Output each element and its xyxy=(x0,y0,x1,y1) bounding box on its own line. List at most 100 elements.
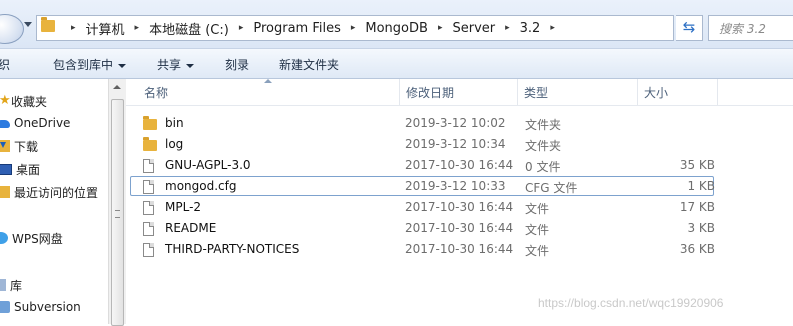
burn-button[interactable]: 刻录 xyxy=(225,56,249,73)
search-placeholder: 搜索 3.2 xyxy=(719,22,766,36)
file-row-bin[interactable]: bin 2019-3-12 10:02 文件夹 xyxy=(130,113,714,133)
column-headers: 名称 修改日期 类型 大小 xyxy=(126,79,793,106)
library-icon xyxy=(0,279,6,291)
file-size: 36 KB xyxy=(679,242,715,256)
nav-item-onedrive[interactable]: OneDrive xyxy=(0,113,70,133)
breadcrumb-separator-icon[interactable]: ▸ xyxy=(497,23,518,33)
watermark-text: https://blog.csdn.net/wqc19920906 xyxy=(538,296,724,310)
file-name: GNU-AGPL-3.0 xyxy=(165,158,251,172)
desktop-icon xyxy=(0,163,12,175)
nav-item-downloads[interactable]: 下载 xyxy=(0,136,38,156)
document-icon xyxy=(143,243,154,257)
cloud-icon xyxy=(0,120,10,128)
file-date: 2017-10-30 16:44 xyxy=(405,200,514,214)
nav-item-subversion[interactable]: Subversion xyxy=(0,297,81,317)
folder-icon xyxy=(143,137,157,151)
file-name: mongod.cfg xyxy=(165,179,237,193)
nav-item-label: 最近访问的位置 xyxy=(14,185,99,200)
organize-menu[interactable]: 织 xyxy=(0,56,10,73)
file-size: 35 KB xyxy=(679,158,715,172)
include-in-library-label: 包含到库中 xyxy=(53,58,114,72)
file-size: 3 KB xyxy=(687,221,715,235)
scroll-up-icon[interactable] xyxy=(113,85,121,89)
refresh-icon[interactable]: ⇆ xyxy=(678,16,700,38)
recent-places-icon xyxy=(0,186,10,198)
file-row-mpl-2[interactable]: MPL-2 2017-10-30 16:44 文件 17 KB xyxy=(130,197,715,217)
star-icon: ★ xyxy=(0,93,11,108)
organize-label: 织 xyxy=(0,58,11,72)
command-bar: 织 包含到库中 共享 刻录 新建文件夹 xyxy=(0,49,793,79)
file-type: 文件夹 xyxy=(525,118,562,132)
nav-item-label: 桌面 xyxy=(16,162,41,177)
scrollbar-thumb[interactable] xyxy=(111,99,124,326)
breadcrumb-separator-icon[interactable]: ▸ xyxy=(430,23,451,33)
file-type: CFG 文件 xyxy=(525,181,578,195)
file-name: THIRD-PARTY-NOTICES xyxy=(165,242,300,256)
breadcrumb-separator-icon[interactable]: ▸ xyxy=(343,23,364,33)
breadcrumb-separator-icon[interactable]: ▸ xyxy=(63,23,84,33)
breadcrumb-server[interactable]: Server xyxy=(450,21,497,36)
nav-item-recent-places[interactable]: 最近访问的位置 xyxy=(0,182,98,202)
nav-item-label: Subversion xyxy=(14,300,81,314)
file-date: 2017-10-30 16:44 xyxy=(405,221,514,235)
column-header-date[interactable]: 修改日期 xyxy=(400,79,518,105)
file-row-mongod-cfg[interactable]: mongod.cfg 2019-3-12 10:33 CFG 文件 1 KB xyxy=(130,176,715,196)
file-size: 1 KB xyxy=(687,179,715,193)
column-header-size[interactable]: 大小 xyxy=(638,79,718,105)
file-type: 文件 xyxy=(525,223,550,237)
breadcrumb-separator-icon[interactable]: ▸ xyxy=(127,23,148,33)
breadcrumb-local-disk[interactable]: 本地磁盘 (C:) xyxy=(147,19,231,38)
file-type: 文件夹 xyxy=(525,139,562,153)
file-type: 文件 xyxy=(525,202,550,216)
new-folder-label: 新建文件夹 xyxy=(279,58,340,72)
file-row-readme[interactable]: README 2017-10-30 16:44 文件 3 KB xyxy=(130,218,715,238)
file-type: 文件 xyxy=(525,244,550,258)
column-header-name[interactable]: 名称 xyxy=(138,79,400,105)
download-folder-icon xyxy=(0,140,10,152)
document-icon xyxy=(143,201,154,215)
file-date: 2019-3-12 10:33 xyxy=(405,179,506,193)
file-size: 17 KB xyxy=(679,200,715,214)
breadcrumb-separator-icon[interactable]: ▸ xyxy=(231,23,252,33)
breadcrumb-computer[interactable]: 计算机 xyxy=(84,19,127,38)
file-row-gnu-agpl[interactable]: GNU-AGPL-3.0 2017-10-30 16:44 0 文件 35 KB xyxy=(130,155,715,175)
nav-item-wps-cloud[interactable]: WPS网盘 xyxy=(0,228,63,248)
file-date: 2017-10-30 16:44 xyxy=(405,158,514,172)
file-type: 0 文件 xyxy=(525,160,561,174)
file-date: 2017-10-30 16:44 xyxy=(405,242,514,256)
breadcrumb-separator-icon[interactable]: ▸ xyxy=(542,23,563,33)
nav-item-label: WPS网盘 xyxy=(12,231,63,246)
document-icon xyxy=(143,159,154,173)
back-button[interactable] xyxy=(0,14,24,44)
breadcrumb: ▸ 计算机 ▸ 本地磁盘 (C:) ▸ Program Files ▸ Mong… xyxy=(63,16,563,40)
file-name: README xyxy=(165,221,217,235)
nav-item-favorites[interactable]: ★ 收藏夹 xyxy=(0,91,47,111)
nav-item-desktop[interactable]: 桌面 xyxy=(0,159,40,179)
file-name: log xyxy=(165,137,184,151)
breadcrumb-program-files[interactable]: Program Files xyxy=(251,21,343,36)
nav-item-label: 收藏夹 xyxy=(11,94,48,109)
address-toolbar: ▸ 计算机 ▸ 本地磁盘 (C:) ▸ Program Files ▸ Mong… xyxy=(0,0,793,49)
nav-item-label: 下载 xyxy=(14,139,39,154)
new-folder-button[interactable]: 新建文件夹 xyxy=(279,56,339,73)
include-in-library-menu[interactable]: 包含到库中 xyxy=(53,56,127,73)
chevron-down-icon xyxy=(118,63,127,68)
file-row-third-party-notices[interactable]: THIRD-PARTY-NOTICES 2017-10-30 16:44 文件 … xyxy=(130,239,715,259)
breadcrumb-version[interactable]: 3.2 xyxy=(518,21,543,36)
recent-pages-dropdown-icon[interactable] xyxy=(24,22,32,27)
breadcrumb-mongodb[interactable]: MongoDB xyxy=(363,21,430,36)
nav-item-libraries[interactable]: 库 xyxy=(0,275,22,295)
file-date: 2019-3-12 10:02 xyxy=(405,116,506,130)
address-bar[interactable]: ▸ 计算机 ▸ 本地磁盘 (C:) ▸ Program Files ▸ Mong… xyxy=(36,15,674,41)
folder-icon xyxy=(41,17,55,32)
search-input[interactable]: 搜索 3.2 xyxy=(708,15,793,41)
share-menu[interactable]: 共享 xyxy=(157,56,195,73)
navigation-scrollbar[interactable] xyxy=(108,79,127,326)
file-row-log[interactable]: log 2019-3-12 10:34 文件夹 xyxy=(130,134,714,154)
burn-label: 刻录 xyxy=(225,58,250,72)
subversion-icon xyxy=(0,301,10,313)
nav-item-label: OneDrive xyxy=(14,116,71,130)
share-label: 共享 xyxy=(157,58,182,72)
document-icon xyxy=(143,180,154,194)
column-header-type[interactable]: 类型 xyxy=(518,79,638,105)
